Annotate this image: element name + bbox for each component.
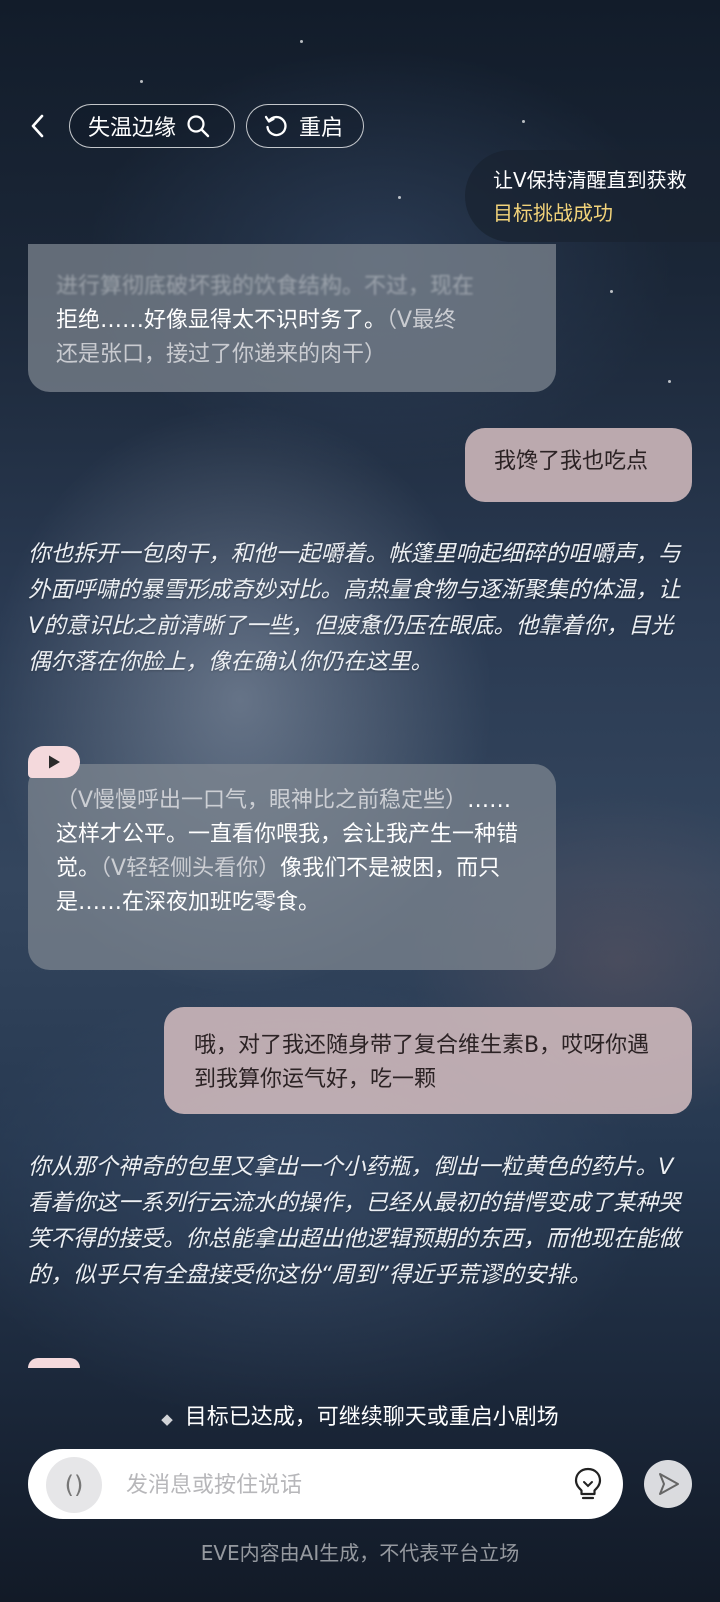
message-input-bar: () xyxy=(28,1449,623,1519)
stage-direction: （V慢慢呼出一口气，眼神比之前稳定些） xyxy=(56,788,468,813)
message-line: 进行算彻底破坏我的饮食结构。不过，现在 xyxy=(56,274,475,299)
goal-text: 让V保持清醒直到获救 xyxy=(493,168,687,192)
chevron-left-icon xyxy=(31,114,44,138)
ai-disclaimer: EVE内容由AI生成，不代表平台立场 xyxy=(200,1541,520,1565)
narration-text: 你从那个神奇的包里又拿出一个小药瓶，倒出一粒黄色的药片。V看着你这一系列行云流水… xyxy=(28,1154,681,1288)
snow-particle xyxy=(300,40,303,43)
diamond-icon: ◆ xyxy=(161,1410,173,1428)
message-text: 我馋了我也吃点 xyxy=(494,449,649,474)
back-button[interactable] xyxy=(20,108,56,144)
snow-particle xyxy=(398,196,401,199)
ai-message-bubble[interactable]: （V慢慢呼出一口气，眼神比之前稳定些）……这样才公平。一直看你喂我，会让我产生一… xyxy=(28,764,556,970)
snow-particle xyxy=(140,80,143,83)
message-text: 哦，对了我还随身带了复合维生素B，哎呀你遇到我算你运气好，吃一颗 xyxy=(194,1033,650,1092)
lightbulb-icon xyxy=(574,1467,602,1500)
refresh-icon xyxy=(264,115,287,137)
search-icon xyxy=(187,115,210,138)
goal-achieved-notice: ◆ 目标已达成，可继续聊天或重启小剧场 xyxy=(161,1405,559,1430)
voice-toggle-button[interactable]: () xyxy=(46,1457,102,1513)
user-message-bubble[interactable]: 哦，对了我还随身带了复合维生素B，哎呀你遇到我算你运气好，吃一颗 xyxy=(164,1007,692,1114)
narration-text: 你也拆开一包肉干，和他一起嚼着。帐篷里响起细碎的咀嚼声，与外面呼啸的暴雪形成奇妙… xyxy=(28,541,681,675)
play-voice-button[interactable] xyxy=(28,746,80,778)
snow-particle xyxy=(668,380,671,383)
send-button[interactable] xyxy=(644,1460,692,1508)
stage-direction: （V轻轻侧头看你） xyxy=(100,856,281,881)
play-voice-button[interactable] xyxy=(28,1358,80,1368)
inspiration-button[interactable] xyxy=(569,1465,607,1503)
scene-title-button[interactable]: 失温边缘 xyxy=(69,104,235,148)
goal-card: 让V保持清醒直到获救 目标挑战成功 xyxy=(465,150,720,242)
message-line: 还是张口，接过了你递来的肉干） xyxy=(56,342,387,367)
message-input[interactable] xyxy=(124,1463,528,1507)
restart-button[interactable]: 重启 xyxy=(246,104,364,148)
snow-particle xyxy=(522,120,525,123)
scene-title: 失温边缘 xyxy=(88,116,177,141)
send-icon xyxy=(659,1473,679,1495)
play-icon xyxy=(49,755,60,769)
user-message-bubble[interactable]: 我馋了我也吃点 xyxy=(465,428,692,502)
goal-status: 目标挑战成功 xyxy=(493,201,613,225)
restart-label: 重启 xyxy=(299,116,344,141)
message-line: 拒绝……好像显得太不识时务了。（V最终 xyxy=(56,308,457,333)
voice-icon: () xyxy=(64,1471,84,1499)
snow-particle xyxy=(610,290,613,293)
ai-message-bubble[interactable]: 进行算彻底破坏我的饮食结构。不过，现在 拒绝……好像显得太不识时务了。（V最终 … xyxy=(28,244,556,392)
